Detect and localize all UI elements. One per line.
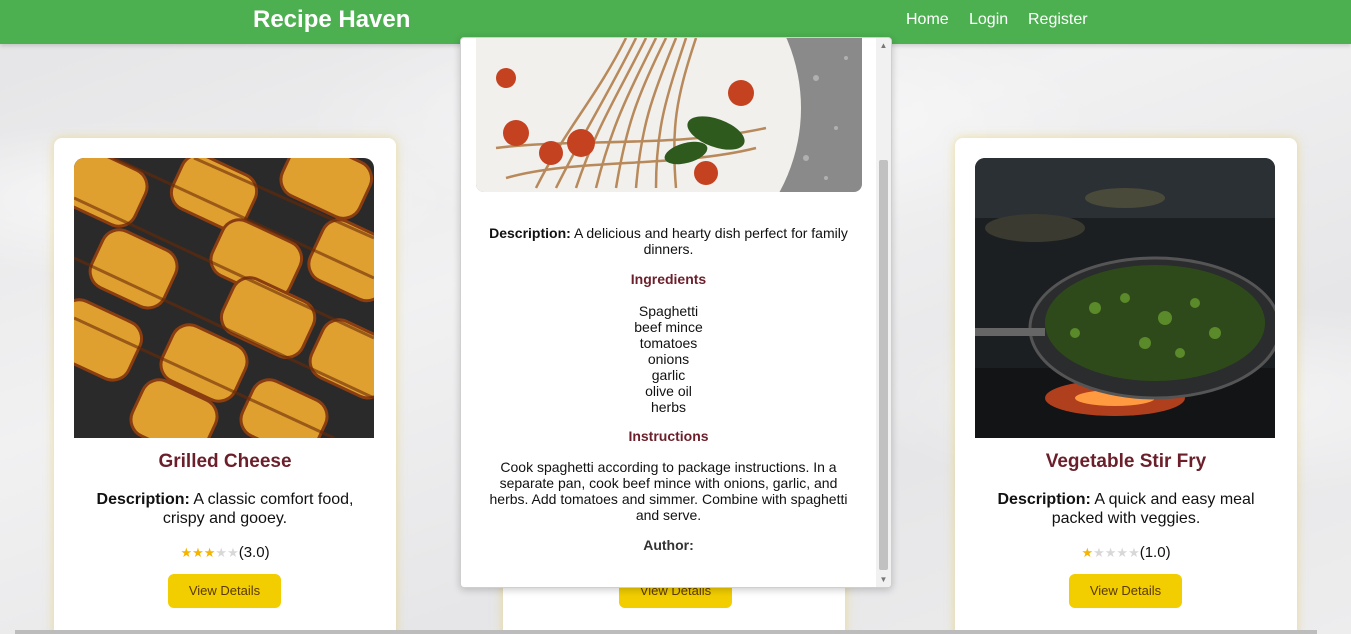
- ingredients-heading: Ingredients: [630, 271, 707, 287]
- star-empty-icon: ★: [1128, 545, 1140, 560]
- ingredient-item: Spaghetti: [638, 303, 699, 319]
- star-icon: ★: [192, 545, 204, 560]
- description-label: Description:: [489, 225, 571, 241]
- card-title: Vegetable Stir Fry: [1045, 451, 1207, 472]
- star-rating: ★★★★★(1.0): [955, 544, 1297, 561]
- scroll-thumb[interactable]: [879, 160, 888, 570]
- ingredient-item: herbs: [650, 399, 687, 415]
- star-icon: ★: [203, 545, 216, 560]
- author-label: Author:: [643, 537, 694, 553]
- ingredient-item: olive oil: [645, 383, 692, 399]
- star-rating: ★★★★★(3.0): [54, 544, 396, 561]
- modal-scrollbar[interactable]: ▲ ▼: [876, 38, 891, 587]
- description-label: Description:: [96, 491, 190, 508]
- ingredient-item: tomatoes: [639, 335, 698, 351]
- spaghetti-image: [476, 38, 862, 192]
- rating-value: (1.0): [1139, 544, 1171, 561]
- brand-logo[interactable]: Recipe Haven: [253, 6, 410, 34]
- card-description: Description: A classic comfort food, cri…: [84, 490, 366, 528]
- ingredient-item: beef mince: [634, 319, 703, 335]
- star-icon: ★: [1081, 545, 1094, 560]
- nav-register-link[interactable]: Register: [1028, 11, 1088, 29]
- instructions-heading: Instructions: [628, 428, 709, 444]
- view-details-button[interactable]: View Details: [1069, 574, 1182, 608]
- ingredients-list: Spaghetti beef mince tomatoes onions gar…: [481, 303, 856, 415]
- description-label: Description:: [997, 491, 1091, 508]
- rating-value: (3.0): [238, 544, 270, 561]
- view-details-button[interactable]: View Details: [168, 574, 281, 608]
- instructions-text: Cook spaghetti according to package inst…: [489, 459, 848, 523]
- stir-fry-image: [975, 158, 1275, 438]
- card-description: Description: A quick and easy meal packe…: [985, 490, 1267, 528]
- star-empty-icon: ★: [1093, 545, 1105, 560]
- star-empty-icon: ★: [227, 545, 239, 560]
- scroll-down-icon[interactable]: ▼: [876, 572, 891, 587]
- horizontal-scrollbar[interactable]: [15, 630, 1317, 634]
- nav-login-link[interactable]: Login: [969, 11, 1008, 29]
- ingredient-item: garlic: [651, 367, 686, 383]
- star-empty-icon: ★: [1116, 545, 1129, 560]
- star-empty-icon: ★: [215, 545, 228, 560]
- description-text: A classic comfort food, crispy and gooey…: [162, 491, 354, 527]
- recipe-card-vegetable-stir-fry: Vegetable Stir Fry Description: A quick …: [955, 138, 1297, 634]
- recipe-details-modal: Description: A delicious and hearty dish…: [460, 37, 892, 588]
- modal-description: Description: A delicious and hearty dish…: [481, 225, 856, 257]
- description-text: A delicious and hearty dish perfect for …: [573, 225, 848, 257]
- star-empty-icon: ★: [1104, 545, 1117, 560]
- card-title: Grilled Cheese: [158, 451, 292, 472]
- scroll-up-icon[interactable]: ▲: [876, 38, 891, 53]
- grilled-cheese-image: [74, 158, 374, 438]
- star-icon: ★: [180, 545, 193, 560]
- nav-home-link[interactable]: Home: [906, 11, 949, 29]
- recipe-card-grilled-cheese: Grilled Cheese Description: A classic co…: [54, 138, 396, 634]
- ingredient-item: onions: [647, 351, 690, 367]
